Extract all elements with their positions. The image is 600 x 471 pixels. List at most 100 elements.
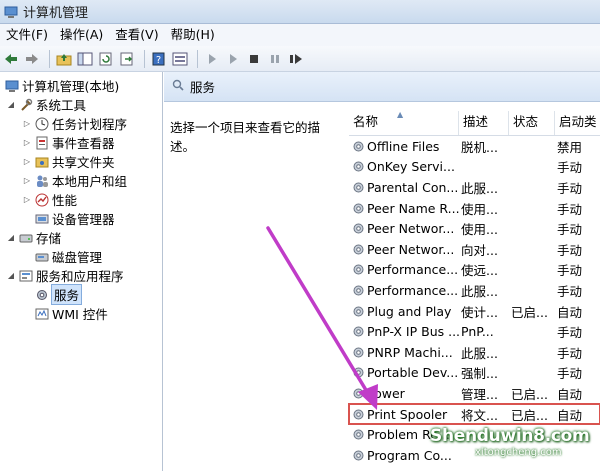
- service-startup-cell: 手动: [557, 201, 583, 217]
- collapse-icon[interactable]: ◢: [6, 100, 16, 109]
- service-startup-cell: 手动: [557, 263, 583, 279]
- service-name-cell: Offline Files: [349, 139, 459, 154]
- service-row[interactable]: Plug and Play 使计... 已启... 自动: [349, 301, 600, 322]
- expand-icon[interactable]: ▷: [22, 119, 32, 128]
- start-service-icon[interactable]: [203, 50, 221, 68]
- service-row[interactable]: Portable Dev... 强制... 手动: [349, 363, 600, 384]
- menu-view[interactable]: 查看(V): [109, 24, 164, 46]
- wmi-icon: [35, 307, 49, 321]
- svg-text:?: ?: [156, 55, 161, 66]
- services-pane: 服务 选择一个项目来查看它的描述。 ▲ 名称 描述 状态 启动类 Offline…: [164, 72, 600, 471]
- tree-item-event-viewer[interactable]: ▷ 事件查看器: [22, 133, 115, 152]
- tree-label: 任务计划程序: [52, 117, 128, 132]
- collapse-icon[interactable]: ◢: [6, 233, 16, 242]
- tree-item-disk-management[interactable]: 磁盘管理: [32, 247, 102, 266]
- service-name: Performance...: [367, 262, 459, 278]
- service-name: Plug and Play: [367, 303, 452, 319]
- service-name: Peer Name R...: [367, 200, 459, 216]
- service-row[interactable]: Peer Networ... 向对... 手动: [349, 239, 600, 260]
- service-startup-cell: 手动: [557, 325, 583, 341]
- start-service-alt-icon[interactable]: [224, 50, 242, 68]
- service-name: PNRP Machi...: [367, 344, 453, 360]
- search-icon: [172, 79, 184, 94]
- gear-icon: [353, 388, 364, 399]
- tree-item-wmi[interactable]: WMI 控件: [32, 304, 108, 323]
- service-row[interactable]: PNRP Machi... 此服... 手动: [349, 342, 600, 363]
- service-row[interactable]: Power 管理... 已启... 自动: [349, 383, 600, 404]
- service-name: Performance...: [367, 282, 459, 298]
- watermark-sub: xitongcheng.com: [475, 447, 562, 458]
- tree-label: 性能: [52, 193, 78, 208]
- service-row[interactable]: Peer Networ... 使用... 手动: [349, 218, 600, 239]
- computer-management-icon: [5, 79, 19, 93]
- tree-item-device-manager[interactable]: 设备管理器: [32, 209, 115, 228]
- service-row[interactable]: Performance... 使远... 手动: [349, 260, 600, 281]
- service-status-cell: 已启...: [511, 386, 548, 402]
- menu-action[interactable]: 操作(A): [54, 24, 109, 46]
- tools-icon: [19, 98, 33, 112]
- service-row[interactable]: Peer Name R... 使用... 手动: [349, 198, 600, 219]
- tree-item-services[interactable]: 服务: [32, 284, 83, 305]
- menu-bar: 文件(F) 操作(A) 查看(V) 帮助(H): [0, 24, 600, 46]
- gear-icon: [353, 161, 364, 172]
- tree-item-storage[interactable]: ◢ 存储: [6, 228, 61, 247]
- sort-ascending-icon: ▲: [397, 110, 404, 119]
- stop-service-icon[interactable]: [245, 50, 263, 68]
- tree-item-performance[interactable]: ▷ 性能: [22, 190, 77, 209]
- service-desc-cell: 脱机...: [461, 139, 498, 155]
- tree-item-shared-folders[interactable]: ▷ 共享文件夹: [22, 152, 115, 171]
- tree-root[interactable]: 计算机管理(本地): [2, 76, 119, 95]
- computer-management-icon: [4, 5, 18, 19]
- refresh-icon[interactable]: [97, 50, 115, 68]
- gear-icon: [353, 244, 364, 255]
- toolbar-divider: [144, 49, 145, 68]
- pause-service-icon[interactable]: [266, 50, 284, 68]
- export-list-icon[interactable]: [118, 50, 136, 68]
- expand-icon[interactable]: ▷: [22, 176, 32, 185]
- forward-icon[interactable]: [23, 50, 41, 68]
- service-name: PnP-X IP Bus ...: [367, 324, 459, 340]
- service-row[interactable]: Parental Con... 此服... 手动: [349, 177, 600, 198]
- expand-icon[interactable]: ▷: [22, 138, 32, 147]
- service-startup-cell: 手动: [557, 345, 583, 361]
- help-icon[interactable]: ?: [150, 50, 168, 68]
- tree-item-local-users[interactable]: ▷ 本地用户和组: [22, 171, 127, 190]
- column-name[interactable]: ▲ 名称: [349, 110, 459, 135]
- tree-item-system-tools[interactable]: ◢ 系统工具: [6, 95, 86, 114]
- tree-item-services-apps[interactable]: ◢ 服务和应用程序: [6, 266, 124, 285]
- tree-label: 服务和应用程序: [36, 269, 124, 284]
- services-list: ▲ 名称 描述 状态 启动类 Offline Files 脱机... 禁用 OnKey…: [348, 102, 600, 471]
- column-startup-type[interactable]: 启动类: [555, 111, 600, 135]
- show-hide-tree-icon[interactable]: [76, 50, 94, 68]
- restart-service-icon[interactable]: [287, 50, 305, 68]
- toolbar-divider: [49, 49, 50, 68]
- service-name: Peer Networ...: [367, 221, 455, 237]
- console-tree: 计算机管理(本地) ◢ 系统工具 ▷ 任务计划程序 ▷ 事件查看器 ▷ 共享文件…: [0, 72, 163, 471]
- event-log-icon: [35, 136, 49, 150]
- back-icon[interactable]: [2, 50, 20, 68]
- service-name: Power: [367, 385, 405, 401]
- column-description[interactable]: 描述: [459, 111, 509, 135]
- toolbar-divider: [197, 49, 198, 68]
- description-hint: 选择一个项目来查看它的描述。: [170, 120, 321, 154]
- properties-icon[interactable]: [171, 50, 189, 68]
- watermark-main: Shenduwin8.com: [430, 426, 590, 446]
- collapse-icon[interactable]: ◢: [6, 271, 16, 280]
- service-startup-cell: 手动: [557, 283, 583, 299]
- service-row[interactable]: Offline Files 脱机... 禁用: [349, 136, 600, 157]
- menu-help[interactable]: 帮助(H): [165, 24, 221, 46]
- gear-icon: [35, 288, 49, 302]
- storage-icon: [19, 231, 33, 245]
- menu-file[interactable]: 文件(F): [0, 24, 54, 46]
- service-row[interactable]: Performance... 此服... 手动: [349, 280, 600, 301]
- column-status[interactable]: 状态: [509, 111, 555, 135]
- expand-icon[interactable]: ▷: [22, 157, 32, 166]
- service-name: Parental Con...: [367, 179, 459, 195]
- tree-item-task-scheduler[interactable]: ▷ 任务计划程序: [22, 114, 127, 133]
- service-row[interactable]: PnP-X IP Bus ... PnP... 手动: [349, 321, 600, 342]
- service-name-cell: Plug and Play: [349, 304, 459, 319]
- services-header: 服务: [164, 72, 600, 102]
- up-folder-icon[interactable]: [55, 50, 73, 68]
- service-row[interactable]: OnKey Servi... 手动: [349, 157, 600, 178]
- expand-icon[interactable]: ▷: [22, 195, 32, 204]
